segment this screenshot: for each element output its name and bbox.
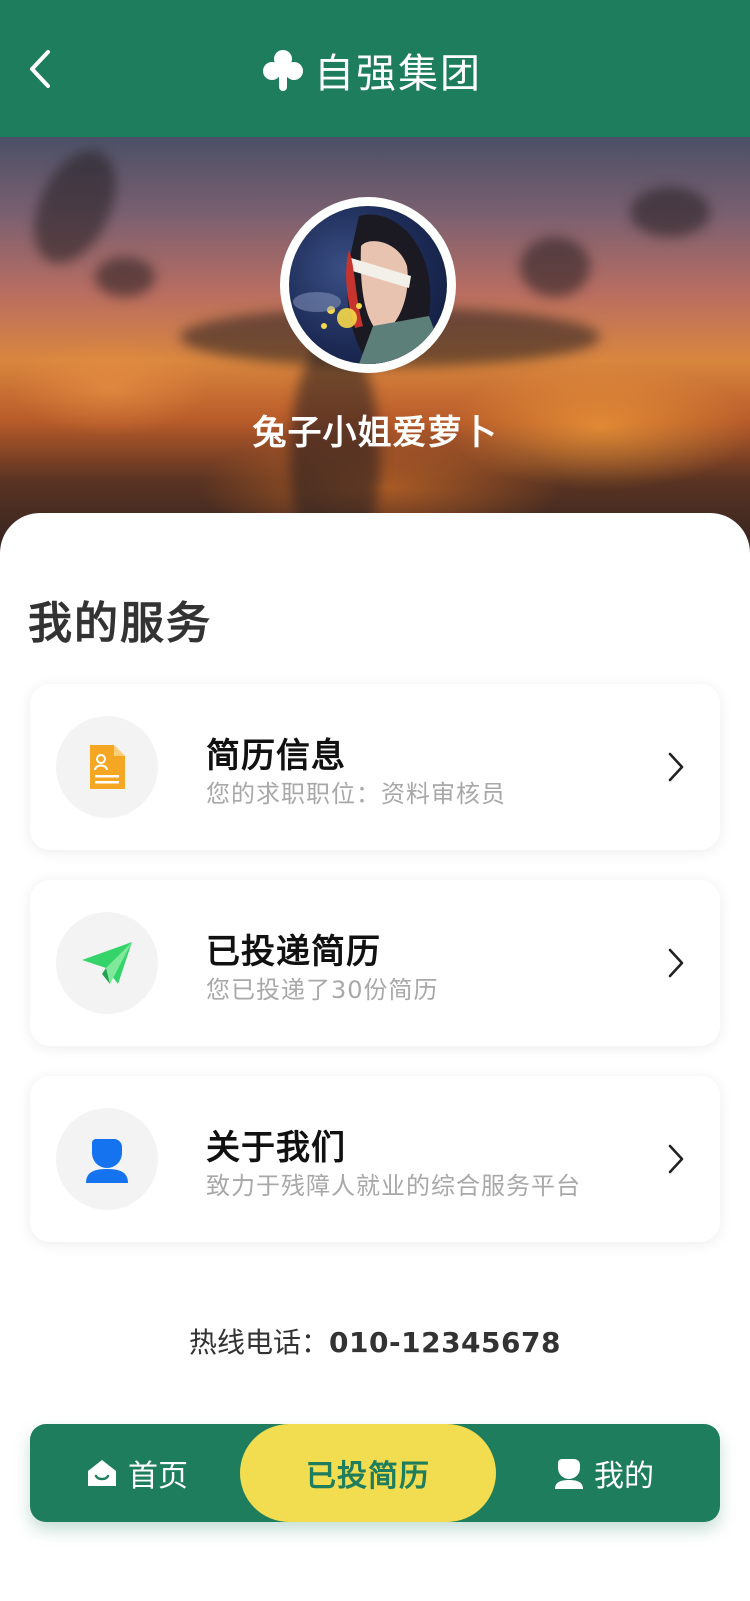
banner-bird-shape [630, 187, 710, 237]
card-title: 已投递简历 [206, 932, 381, 972]
chevron-right-icon [668, 752, 684, 782]
card-title: 简历信息 [206, 736, 346, 776]
banner-bird-shape [17, 137, 133, 277]
nav-mine-label: 我的 [594, 1459, 654, 1494]
avatar-illustration [293, 214, 447, 364]
card-title: 关于我们 [206, 1128, 346, 1168]
app-header: 自强集团 [0, 0, 750, 137]
nav-submitted-resumes[interactable]: 已投简历 [240, 1424, 496, 1522]
person-icon [555, 1459, 583, 1489]
nav-mine[interactable]: 我的 [554, 1424, 654, 1522]
service-card-resume[interactable]: 简历信息 您的求职职位：资料审核员 [30, 684, 720, 850]
banner-bird-shape [95, 257, 155, 297]
hotline: 热线电话：010-12345678 [0, 1321, 750, 1361]
card-subtitle: 致力于残障人就业的综合服务平台 [206, 1172, 581, 1200]
brand-name: 自强集团 [314, 51, 482, 97]
nav-home-label: 首页 [128, 1459, 188, 1494]
card-subtitle: 您已投递了30份简历 [206, 976, 439, 1004]
user-icon [86, 1139, 128, 1183]
service-card-submitted[interactable]: 已投递简历 您已投递了30份简历 [30, 880, 720, 1046]
avatar-image [289, 206, 447, 364]
chevron-left-icon [30, 50, 50, 88]
card-subtitle: 您的求职职位：资料审核员 [206, 780, 506, 808]
icon-circle [56, 912, 158, 1014]
username: 兔子小姐爱萝卜 [252, 413, 498, 453]
resume-document-icon [90, 745, 125, 789]
paper-plane-icon [82, 942, 132, 984]
section-title: 我的服务 [28, 598, 212, 649]
bottom-nav: 首页 已投简历 我的 [30, 1424, 720, 1522]
banner-bird-shape [520, 237, 590, 297]
hotline-label: 热线电话： [189, 1326, 330, 1359]
avatar[interactable] [280, 197, 456, 373]
home-icon [88, 1460, 116, 1486]
hotline-number[interactable]: 010-12345678 [329, 1326, 561, 1359]
profile-page: 自强集团 兔子小姐爱萝卜 我的服务 简历信息 您的求职职位：资料审核员 已投递简… [0, 0, 750, 1601]
back-button[interactable] [22, 46, 62, 92]
chevron-right-icon [668, 948, 684, 978]
icon-circle [56, 716, 158, 818]
nav-home[interactable]: 首页 [86, 1424, 188, 1522]
brand-logo: 自强集团 [260, 40, 482, 100]
service-card-about[interactable]: 关于我们 致力于残障人就业的综合服务平台 [30, 1076, 720, 1242]
icon-circle [56, 1108, 158, 1210]
profile-banner: 兔子小姐爱萝卜 [0, 137, 750, 567]
chevron-right-icon [668, 1144, 684, 1174]
clover-logo-icon [263, 50, 303, 91]
